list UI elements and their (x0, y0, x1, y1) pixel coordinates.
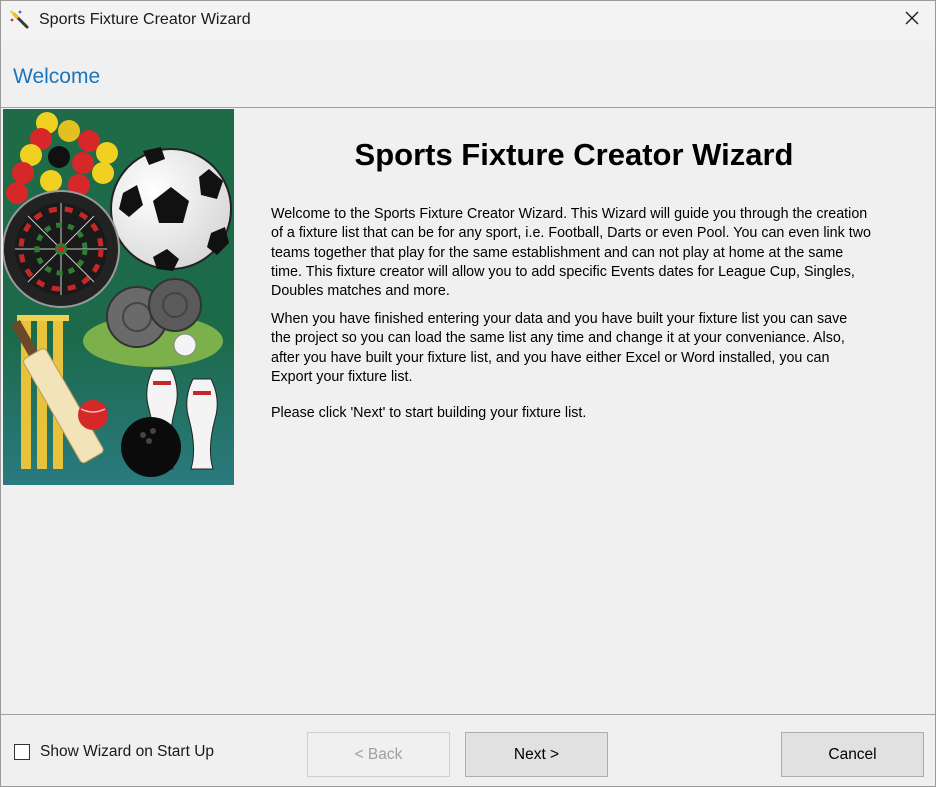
window-title: Sports Fixture Creator Wizard (39, 11, 251, 28)
close-button[interactable] (889, 1, 935, 39)
title-bar: Sports Fixture Creator Wizard (1, 1, 935, 41)
footer-divider (1, 714, 935, 715)
next-instruction-paragraph: Please click 'Next' to start building yo… (271, 405, 587, 421)
show-wizard-checkbox[interactable] (14, 744, 30, 760)
sports-collage-image (3, 109, 234, 485)
cancel-button[interactable]: Cancel (781, 732, 924, 777)
intro-paragraph: Welcome to the Sports Fixture Creator Wi… (271, 206, 872, 300)
wizard-window: Sports Fixture Creator Wizard Welcome Sp… (0, 0, 936, 787)
show-wizard-option[interactable]: Show Wizard on Start Up (14, 743, 214, 761)
page-title: Welcome (13, 65, 101, 88)
header-divider (1, 107, 935, 108)
next-button[interactable]: Next > (465, 732, 608, 777)
back-button[interactable]: < Back (307, 732, 450, 777)
close-icon (905, 11, 919, 30)
main-heading: Sports Fixture Creator Wizard (354, 137, 794, 172)
show-wizard-label: Show Wizard on Start Up (40, 743, 215, 760)
wizard-header: Welcome (1, 41, 935, 108)
wizard-wand-icon (9, 9, 31, 31)
welcome-content: Sports Fixture Creator Wizard Welcome to… (234, 109, 934, 709)
save-export-paragraph: When you have finished entering your dat… (271, 311, 848, 385)
